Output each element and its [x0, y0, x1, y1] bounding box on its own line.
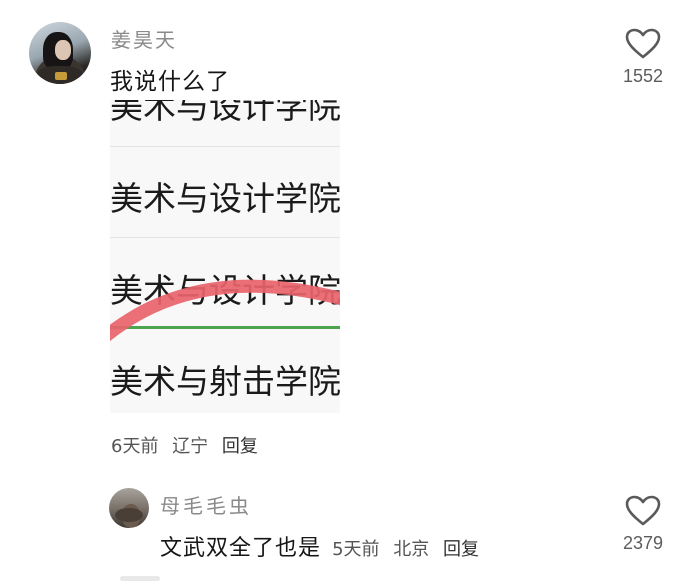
comment-image[interactable]: 美术与设计学院 美术与设计学院 美术与设计学院 美术与射击学院 — [110, 100, 340, 413]
comment-line: 文武双全了也是 5天前 北京 回复 — [160, 530, 487, 562]
reply-button[interactable]: 回复 — [222, 436, 258, 457]
heart-outline-icon — [625, 495, 661, 526]
next-item-edge — [120, 576, 160, 581]
like-count: 1552 — [622, 66, 664, 86]
avatar-face — [55, 40, 71, 60]
comment-username[interactable]: 母毛毛虫 — [160, 490, 252, 519]
like-button[interactable]: 1552 — [613, 28, 673, 87]
comment-text: 文武双全了也是 — [160, 536, 322, 561]
comment-meta: 5天前 北京 回复 — [332, 539, 487, 560]
comment-time: 6天前 — [111, 436, 159, 457]
comment-meta: 6天前 辽宁 回复 — [111, 432, 266, 458]
avatar[interactable] — [29, 22, 91, 84]
comment-time: 5天前 — [332, 539, 380, 560]
avatar-figure — [115, 508, 143, 522]
like-button[interactable]: 2379 — [613, 495, 673, 554]
like-count: 2379 — [622, 533, 664, 553]
comment-location: 北京 — [393, 539, 430, 560]
avatar[interactable] — [109, 488, 149, 528]
avatar-shirt-logo — [55, 72, 67, 80]
comment-username[interactable]: 姜昊天 — [111, 24, 177, 53]
comment-text: 我说什么了 — [110, 69, 230, 95]
red-marker-arc — [110, 279, 340, 342]
reply-button[interactable]: 回复 — [443, 539, 479, 560]
heart-outline-icon — [625, 28, 661, 59]
comment-location: 辽宁 — [172, 436, 209, 457]
